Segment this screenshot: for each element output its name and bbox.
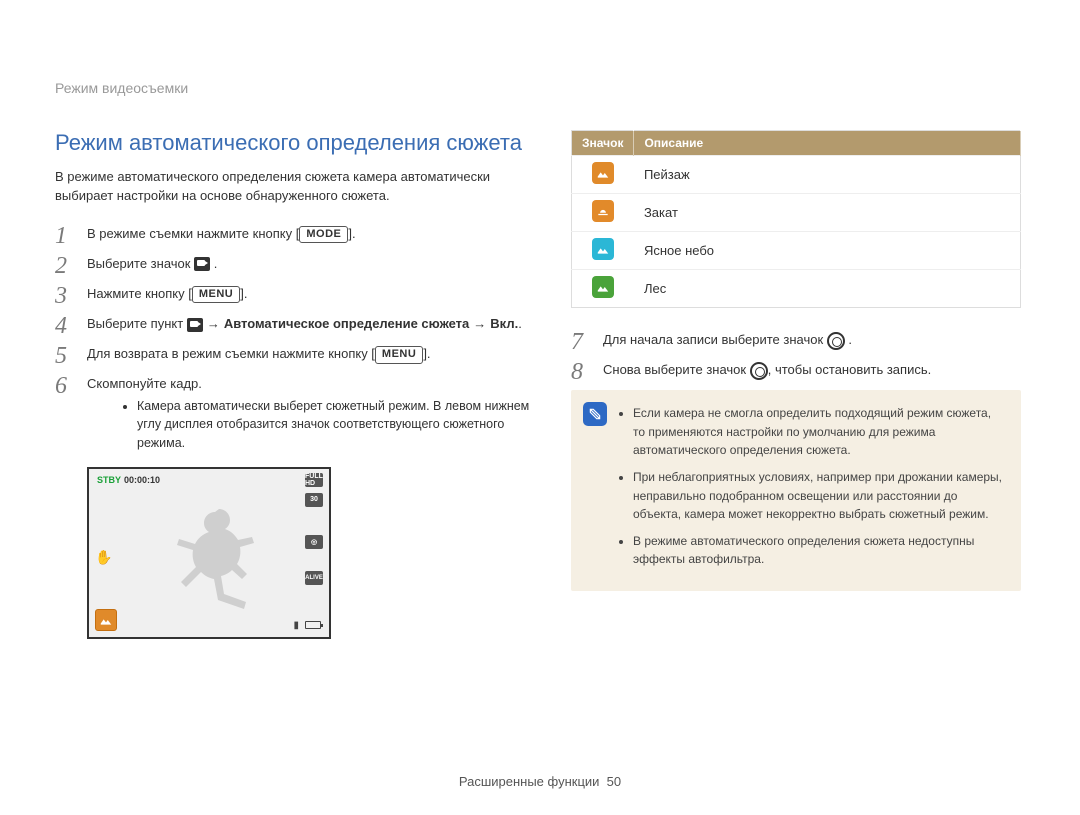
step-8-text-b: , чтобы остановить запись. [768,362,932,377]
table-row: Лес [572,270,1021,308]
forest-icon [592,276,614,298]
footer-page-number: 50 [607,774,621,789]
step-3-text-b: ]. [240,286,247,301]
sunset-icon [592,200,614,222]
table-cell-label: Пейзаж [634,156,1021,194]
step-3: Нажмите кнопку [MENU]. [55,284,535,304]
table-row: Ясное небо [572,232,1021,270]
table-cell-label: Лес [634,270,1021,308]
arrow-icon: → [469,316,490,331]
alive-icon: ALIVE [305,571,323,585]
table-row: Пейзаж [572,156,1021,194]
preview-bottom-right: ▮ [293,620,321,631]
step-8: Снова выберите значок , чтобы остановить… [571,360,1021,380]
step-8-text-a: Снова выберите значок [603,362,750,377]
step-1-text-b: ]. [348,226,355,241]
menu-button-label: MENU [375,346,423,363]
camera-preview: STBY00:00:10 FULL HD 30 ◎ ALIVE ✋ ▮ [87,467,331,639]
figure-silhouette [169,509,269,619]
step-6-sub: Камера автоматически выберет сюжетный ре… [137,397,535,453]
step-2-text-a: Выберите значок [87,256,194,271]
table-cell-label: Ясное небо [634,232,1021,270]
preview-right-overlay: FULL HD 30 ◎ ALIVE [305,473,323,585]
battery-icon [305,621,321,629]
table-cell-label: Закат [634,194,1021,232]
page-footer: Расширенные функции 50 [0,774,1080,789]
table-head-desc: Описание [634,131,1021,156]
step-7-text-b: . [845,332,852,347]
step-1-text-a: В режиме съемки нажмите кнопку [ [87,226,299,241]
step-4-bold-1: Автоматическое определение сюжета [224,316,469,331]
step-6-text: Скомпонуйте кадр. [87,376,202,391]
step-5-text-a: Для возврата в режим съемки нажмите кноп… [87,346,375,361]
step-1: В режиме съемки нажмите кнопку [MODE]. [55,224,535,244]
preview-left-overlay: ✋ [95,549,113,567]
table-head-icon: Значок [572,131,634,156]
breadcrumb: Режим видеосъемки [55,80,1025,96]
arrow-icon: → [203,316,224,331]
step-7: Для начала записи выберите значок . [571,330,1021,350]
note-box: Если камера не смогла определить подходя… [571,390,1021,591]
stabilizer-icon: ✋ [95,549,113,567]
section-title: Режим автоматического определения сюжета [55,130,535,156]
note-item: Если камера не смогла определить подходя… [633,404,1005,460]
record-button-icon [750,362,768,380]
step-4: Выберите пункт →Автоматическое определен… [55,314,535,334]
table-row: Закат [572,194,1021,232]
note-item: При неблагоприятных условиях, например п… [633,468,1005,524]
record-button-icon [827,332,845,350]
mode-button-label: MODE [299,226,348,243]
landscape-icon [592,162,614,184]
step-4-tail: . [518,316,522,331]
note-item: В режиме автоматического определения сюж… [633,532,1005,569]
preview-status-stby: STBY [97,475,121,485]
fps-icon: 30 [305,493,323,507]
intro-paragraph: В режиме автоматического определения сюж… [55,168,535,206]
info-icon [583,402,607,426]
step-5: Для возврата в режим съемки нажмите кноп… [55,344,535,364]
preview-status: STBY00:00:10 [97,475,160,485]
step-7-text-a: Для начала записи выберите значок [603,332,827,347]
video-mode-icon [194,257,210,271]
scene-detected-icon [95,609,117,631]
resolution-icon: FULL HD [305,473,323,487]
step-3-text-a: Нажмите кнопку [ [87,286,192,301]
step-4-bold-2: Вкл. [490,316,518,331]
step-2-text-b: . [210,256,217,271]
step-6: Скомпонуйте кадр. Камера автоматически в… [55,374,535,452]
preview-status-time: 00:00:10 [124,475,160,485]
step-5-text-b: ]. [423,346,430,361]
footer-section: Расширенные функции [459,774,600,789]
step-2: Выберите значок . [55,254,535,274]
clear-sky-icon [592,238,614,260]
scene-icon-table: Значок Описание Пейзаж Закат [571,130,1021,308]
menu-button-label: MENU [192,286,240,303]
sd-card-icon: ▮ [293,620,299,631]
video-mode-icon [187,318,203,332]
step-4-text-a: Выберите пункт [87,316,187,331]
metering-icon: ◎ [305,535,323,549]
